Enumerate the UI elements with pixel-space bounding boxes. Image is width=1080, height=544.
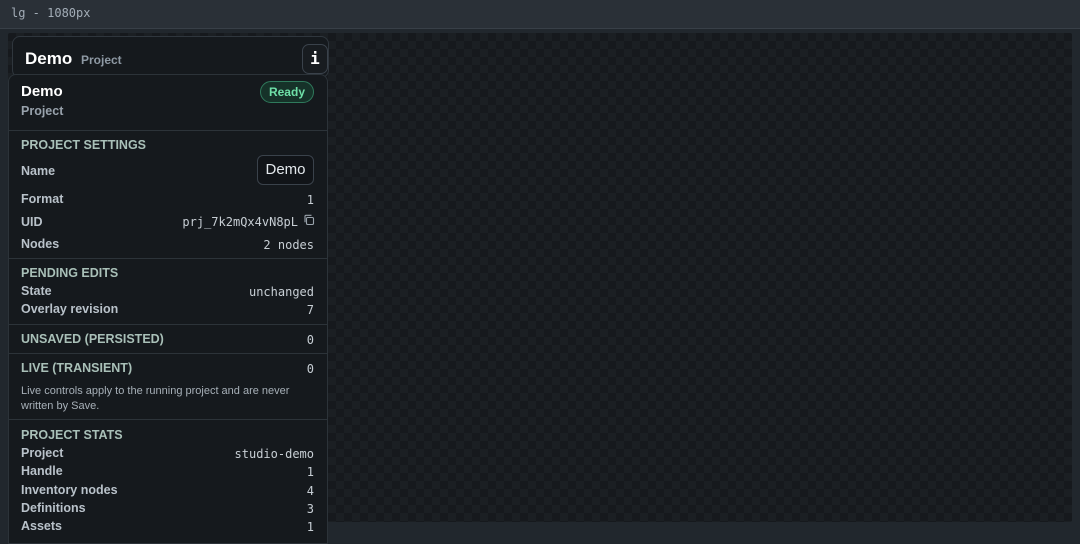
window-title: lg - 1080px <box>11 6 91 20</box>
definitions-value: 3 <box>306 502 314 516</box>
inventory-nodes-value: 4 <box>306 484 314 498</box>
pending-edits-heading: PENDING EDITS <box>21 266 119 280</box>
uid-label: UID <box>21 215 43 229</box>
state-value: unchanged <box>248 285 314 299</box>
window-titlebar: lg - 1080px <box>0 0 1080 29</box>
project-name-field[interactable]: Demo <box>257 155 314 185</box>
project-header-subtitle: Project <box>81 53 122 67</box>
overlay-revision-label: Overlay revision <box>21 302 119 316</box>
uid-value: prj_7k2mQx4vN8pL <box>182 215 298 229</box>
assets-value: 1 <box>306 520 314 534</box>
project-stats-section: PROJECT STATS Project studio-demo Handle… <box>9 419 327 543</box>
nodes-value: 2 nodes <box>263 238 314 252</box>
project-info-panel: Demo Project Ready PROJECT SETTINGS Name… <box>8 74 328 544</box>
unsaved-value: 0 <box>306 333 314 347</box>
unsaved-section: UNSAVED (PERSISTED) 0 <box>9 324 327 354</box>
stats-project-label: Project <box>21 446 64 460</box>
panel-subtitle: Project <box>21 104 64 118</box>
live-heading: LIVE (TRANSIENT) <box>21 361 133 375</box>
nodes-label: Nodes <box>21 237 60 251</box>
copy-icon[interactable] <box>303 214 315 226</box>
handle-label: Handle <box>21 464 63 478</box>
project-header-card: Demo Project <box>12 36 329 78</box>
overlay-revision-value: 7 <box>306 303 314 317</box>
handle-value: 1 <box>306 465 314 479</box>
format-value: 1 <box>306 193 314 207</box>
assets-label: Assets <box>21 519 62 533</box>
live-value: 0 <box>306 362 314 376</box>
unsaved-heading: UNSAVED (PERSISTED) <box>21 332 164 346</box>
project-settings-section: PROJECT SETTINGS Name Demo Format 1 UID … <box>9 130 327 259</box>
definitions-label: Definitions <box>21 501 86 515</box>
panel-title: Demo <box>21 83 63 100</box>
project-stats-heading: PROJECT STATS <box>21 428 123 442</box>
format-label: Format <box>21 192 64 206</box>
live-note: Live controls apply to the running proje… <box>21 385 290 412</box>
project-header-title: Demo <box>25 49 73 68</box>
project-settings-heading: PROJECT SETTINGS <box>21 138 147 152</box>
name-label: Name <box>21 164 56 178</box>
status-badge: Ready <box>259 81 314 103</box>
live-section: LIVE (TRANSIENT) 0 Live controls apply t… <box>9 353 327 420</box>
pending-edits-section: PENDING EDITS State unchanged Overlay re… <box>9 258 327 325</box>
info-button[interactable]: i <box>302 44 328 74</box>
inventory-nodes-label: Inventory nodes <box>21 483 118 497</box>
stats-project-value: studio-demo <box>234 447 314 461</box>
state-label: State <box>21 284 52 298</box>
